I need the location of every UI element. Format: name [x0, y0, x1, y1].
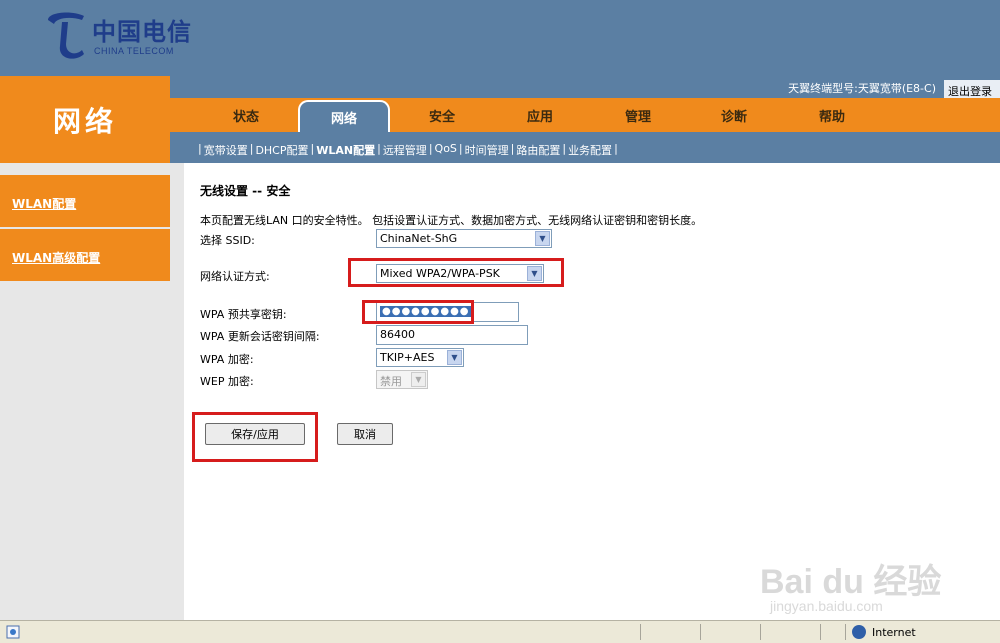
subnav-separator: | — [614, 142, 618, 155]
security-zone-label: Internet — [872, 626, 916, 639]
subnav-separator: | — [310, 142, 315, 155]
sidebar-item-wlan-config[interactable]: WLAN配置 — [0, 175, 170, 227]
logo-en-text: CHINA TELECOM — [94, 46, 174, 56]
subnav-broadband[interactable]: 宽带设置 — [204, 142, 248, 158]
page-title: 无线设置 -- 安全 — [200, 184, 291, 198]
subnav-separator: | — [510, 142, 515, 155]
subnav-separator: | — [198, 142, 202, 155]
logout-link[interactable]: 退出登录 — [948, 83, 992, 99]
cancel-button[interactable]: 取消 — [337, 423, 393, 445]
status-bar: Internet — [0, 620, 1000, 643]
section-title: 网络 — [52, 104, 117, 138]
subnav-separator: | — [562, 142, 567, 155]
tab-network[interactable]: 网络 — [298, 100, 390, 132]
info-strip: 天翼终端型号:天翼宽带(E8-C) — [170, 76, 1000, 98]
status-divider — [760, 624, 761, 640]
logo-cn-text: 中国电信 — [92, 17, 192, 46]
subnav-separator: | — [249, 142, 254, 155]
section-title-block: 网络 — [0, 76, 170, 163]
save-button-highlight — [192, 412, 318, 462]
rekey-label: WPA 更新会话密钥间隔: — [200, 330, 320, 343]
wpa-enc-label: WPA 加密: — [200, 353, 254, 366]
subnav-separator: | — [428, 142, 433, 155]
subnav-separator: | — [377, 142, 381, 155]
tab-security[interactable]: 安全 — [396, 98, 488, 132]
subnav-qos[interactable]: QoS — [435, 142, 457, 158]
sidebar-item-label[interactable]: WLAN高级配置 — [12, 249, 100, 266]
baidu-watermark: Bai du 经验 jingyan.baidu.com — [760, 540, 990, 620]
ssid-value: ChinaNet-ShG — [380, 232, 458, 245]
ssid-label: 选择 SSID: — [200, 234, 255, 247]
ssid-select[interactable]: ChinaNet-ShG ▼ — [376, 229, 552, 248]
tab-management[interactable]: 管理 — [592, 98, 684, 132]
status-divider — [700, 624, 701, 640]
auth-label: 网络认证方式: — [200, 270, 270, 283]
sidebar-item-wlan-advanced[interactable]: WLAN高级配置 — [0, 229, 170, 281]
tab-help[interactable]: 帮助 — [786, 98, 878, 132]
wep-encryption-select: 禁用 ▼ — [376, 370, 428, 389]
header: 中国电信 CHINA TELECOM — [0, 0, 1000, 76]
rekey-value: 86400 — [380, 328, 415, 341]
globe-icon — [852, 625, 866, 639]
subnav-separator: | — [458, 142, 463, 155]
tab-diagnostics[interactable]: 诊断 — [688, 98, 780, 132]
chevron-down-icon: ▼ — [411, 372, 426, 387]
status-divider — [640, 624, 641, 640]
watermark-brand: Bai du 经验 — [760, 563, 942, 601]
subnav-wlan[interactable]: WLAN配置 — [316, 142, 375, 158]
subnav-routing[interactable]: 路由配置 — [516, 142, 560, 158]
telecom-logo-icon — [48, 12, 84, 59]
logout-container: 退出登录 — [944, 80, 1000, 100]
psk-label: WPA 预共享密钥: — [200, 308, 287, 321]
page-icon — [6, 625, 20, 639]
sub-navigation: | 宽带设置 | DHCP配置 | WLAN配置 | 远程管理 | QoS | … — [170, 132, 1000, 163]
wpa-encryption-select[interactable]: TKIP+AES ▼ — [376, 348, 464, 367]
status-divider — [845, 624, 846, 640]
device-model-info: 天翼终端型号:天翼宽带(E8-C) — [788, 82, 936, 95]
tab-applications[interactable]: 应用 — [494, 98, 586, 132]
subnav-remote-management[interactable]: 远程管理 — [383, 142, 427, 158]
wep-enc-label: WEP 加密: — [200, 375, 254, 388]
watermark-url: jingyan.baidu.com — [770, 598, 883, 614]
wep-enc-value: 禁用 — [380, 375, 402, 388]
chevron-down-icon[interactable]: ▼ — [535, 231, 550, 246]
main-tabs: 状态 网络 安全 应用 管理 诊断 帮助 — [170, 98, 1000, 132]
sidebar-item-label[interactable]: WLAN配置 — [12, 195, 76, 212]
subnav-time[interactable]: 时间管理 — [465, 142, 509, 158]
china-telecom-logo: 中国电信 CHINA TELECOM — [42, 6, 202, 66]
page-description: 本页配置无线LAN 口的安全特性。 包括设置认证方式、数据加密方式、无线网络认证… — [200, 214, 703, 227]
chevron-down-icon[interactable]: ▼ — [447, 350, 462, 365]
tab-status[interactable]: 状态 — [200, 98, 292, 132]
auth-mode-highlight — [348, 258, 564, 287]
psk-highlight — [362, 300, 474, 324]
subnav-services[interactable]: 业务配置 — [568, 142, 612, 158]
sidebar: WLAN配置 WLAN高级配置 — [0, 163, 184, 620]
wpa-enc-value: TKIP+AES — [380, 351, 435, 364]
rekey-interval-field[interactable]: 86400 — [376, 325, 528, 345]
status-divider — [820, 624, 821, 640]
subnav-dhcp[interactable]: DHCP配置 — [255, 142, 308, 158]
